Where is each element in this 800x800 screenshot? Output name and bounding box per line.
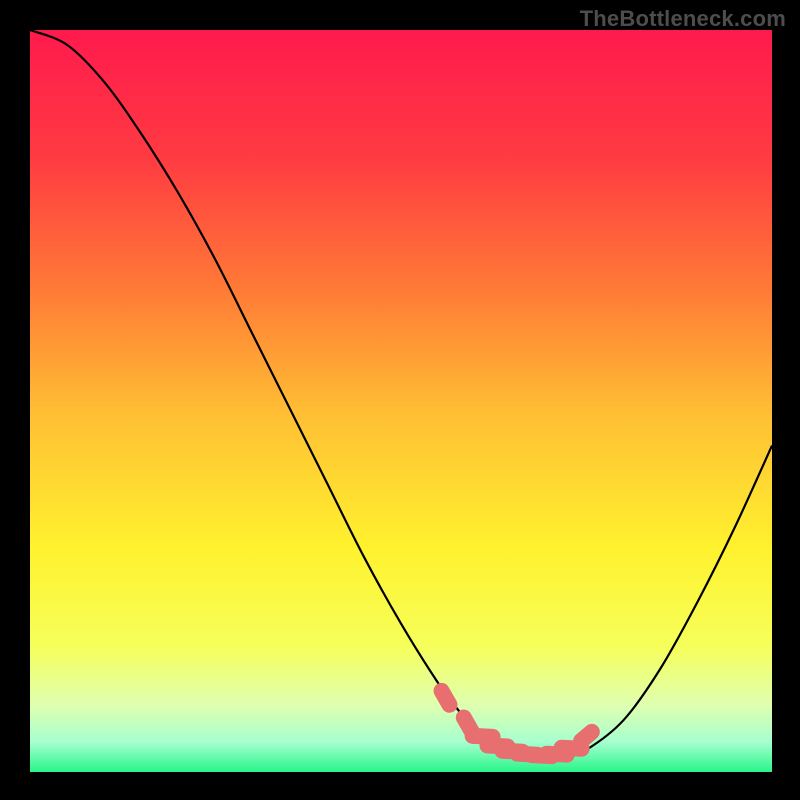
watermark-text: TheBottleneck.com — [580, 6, 786, 32]
bottleneck-chart — [0, 0, 800, 800]
chart-frame: { "watermark": "TheBottleneck.com", "col… — [0, 0, 800, 800]
gradient-plot-area — [30, 30, 772, 772]
